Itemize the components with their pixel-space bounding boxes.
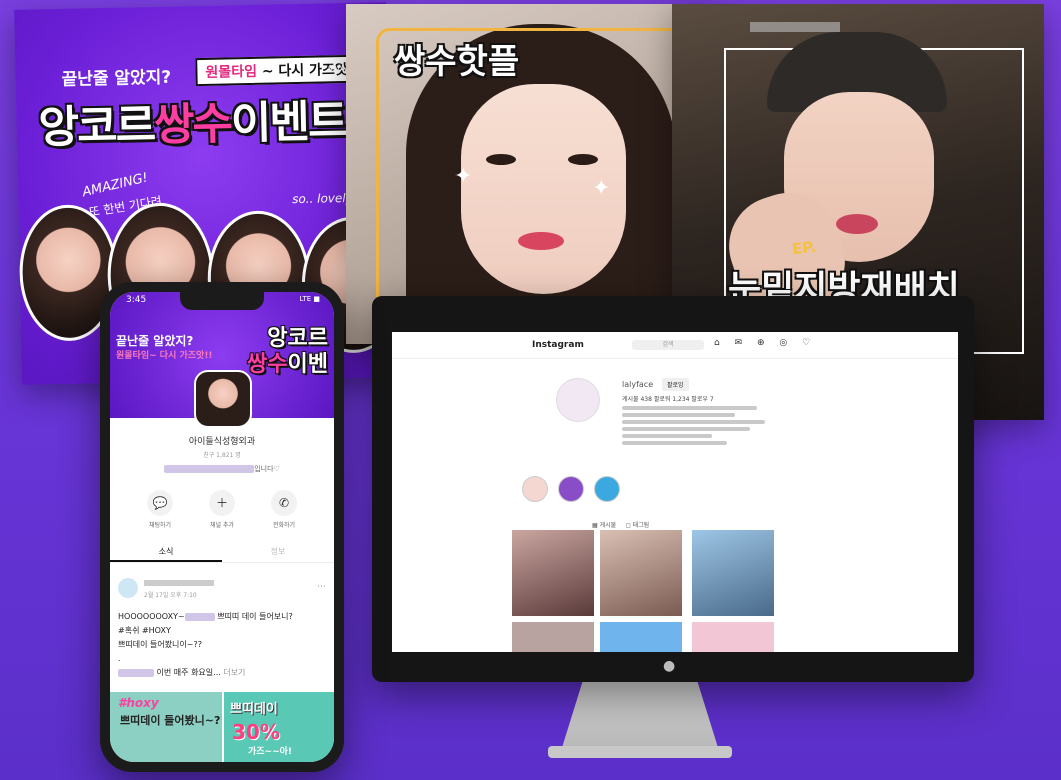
post-thumbnail[interactable] — [600, 622, 682, 652]
promo-question: 쁘띠데이 들어봤니~? — [120, 714, 221, 727]
profile-name: 아이들식성형외과 — [188, 437, 256, 447]
call-button[interactable]: ✆ 전화하기 — [254, 490, 314, 529]
banner-title-a: 앙코르 — [267, 326, 328, 351]
search-input[interactable]: 검색 — [632, 340, 704, 350]
read-more-link[interactable]: 더보기 — [223, 668, 245, 677]
post-line1b: 쁘띠띠 데이 들어보니? — [217, 612, 293, 621]
add-friend-icon: ＋ — [209, 490, 235, 516]
monitor-stand-base — [548, 746, 732, 758]
post-thumbnail[interactable] — [692, 622, 774, 652]
profile-friends: 친구 1,821 명 — [203, 452, 241, 459]
chat-button[interactable]: 💬 채팅하기 — [130, 490, 190, 529]
instagram-logo[interactable]: Instagram — [532, 340, 584, 350]
banner-line2: 원몰타임~ 다시 가즈앗!! — [116, 351, 213, 361]
avatar[interactable] — [556, 378, 600, 422]
smartphone: 끝난줄 알았지? 원몰타임~ 다시 가즈앗!! 앙코르 쌍수이벤 3:45 LT… — [100, 282, 344, 772]
chat-label: 채팅하기 — [148, 522, 172, 529]
story-highlight[interactable] — [522, 476, 548, 502]
banner-line1: 끝난줄 알았지? — [116, 334, 194, 348]
profile-tabs[interactable]: ▦ 게시물 ◻ 태그됨 — [592, 520, 649, 529]
post-line3: 쁘띠데이 들어봤니이~?? — [118, 640, 202, 649]
promo-image-right[interactable]: 쁘띠데이 30% 가즈~~아! — [224, 692, 334, 762]
phone-notch — [180, 292, 264, 310]
tab-info[interactable]: 정보 — [222, 546, 334, 557]
monitor-stand — [560, 682, 720, 754]
avatar[interactable] — [194, 370, 252, 428]
poster-title: 앙코르쌍수이벤트 — [38, 85, 347, 155]
story-highlight[interactable] — [594, 476, 620, 502]
banner-title-c: 이벤 — [287, 352, 328, 377]
profile-bio — [622, 406, 772, 460]
profile-tabs: 소식 정보 — [110, 540, 334, 563]
status-time: 3:45 — [126, 295, 147, 305]
phone-icon: ✆ — [271, 490, 297, 516]
poster-pill-a: 원몰타임 — [205, 63, 258, 81]
status-signal: LTE ■ — [299, 295, 320, 303]
post-thumbnail[interactable] — [512, 530, 594, 616]
post-author-blurred — [144, 580, 214, 586]
banner-title-b: 쌍수 — [247, 352, 288, 377]
post-line1a: HOOOOOOOXY~ — [118, 612, 185, 621]
video-ep: EP. — [791, 237, 818, 259]
selfie-card: 쌍수핫플 ✦ ✦ — [346, 4, 718, 344]
profile-desc-text: 입니다♡ — [254, 465, 280, 473]
follow-button[interactable]: 팔로잉 — [662, 378, 689, 391]
promo-percent: 30% — [232, 720, 280, 744]
profile-desc: 입니다♡ — [110, 464, 334, 474]
tab-news[interactable]: 소식 — [110, 546, 222, 562]
post-line4: . — [118, 654, 121, 663]
blurred-name — [750, 22, 840, 32]
post-body: HOOOOOOOXY~ 쁘띠띠 데이 들어보니? #혹쉬 #HOXY 쁘띠데이 … — [118, 610, 328, 680]
phone-screen: 끝난줄 알았지? 원몰타임~ 다시 가즈앗!! 앙코르 쌍수이벤 3:45 LT… — [110, 292, 334, 762]
profile-stats: 게시물 438 팔로워 1,234 팔로우 7 — [622, 396, 714, 403]
monitor: Instagram 검색 ⌂ ✉ ⊕ ◎ ♡ lalyface 팔로잉 게시물 … — [372, 296, 974, 682]
apple-logo-icon: ● — [663, 658, 676, 674]
username: lalyface — [622, 380, 654, 389]
post-line1: HOOOOOOOXY~ 쁘띠띠 데이 들어보니? — [118, 610, 328, 624]
tab-tagged[interactable]: ◻ 태그됨 — [626, 522, 649, 529]
promo-title: 쁘띠데이 — [230, 702, 278, 717]
promo-image-left[interactable]: #hoxy 쁘띠데이 들어봤니~? — [110, 692, 222, 762]
post-thumbnail[interactable] — [600, 530, 682, 616]
sparkle-icon: ✦ — [592, 176, 611, 201]
call-label: 전화하기 — [272, 522, 296, 529]
promo-hashtag: #hoxy — [118, 696, 159, 710]
more-options-icon[interactable]: ⋯ — [317, 582, 326, 592]
selfie-label: 쌍수핫플 — [394, 42, 520, 82]
banner-title: 앙코르 쌍수이벤 — [247, 326, 328, 378]
tab-posts[interactable]: ▦ 게시물 — [592, 522, 616, 529]
instagram-screen: Instagram 검색 ⌂ ✉ ⊕ ◎ ♡ lalyface 팔로잉 게시물 … — [392, 332, 958, 652]
poster-line1: 끝난줄 알았지? — [61, 67, 172, 90]
post-date: 2월 17일 오후 7:10 — [144, 592, 197, 599]
instagram-topbar: Instagram 검색 ⌂ ✉ ⊕ ◎ ♡ — [392, 332, 958, 359]
post-avatar[interactable] — [118, 578, 138, 598]
post-line5: 이번 매주 화요일... 더보기 — [118, 666, 328, 680]
nav-icons[interactable]: ⌂ ✉ ⊕ ◎ ♡ — [714, 338, 816, 348]
model-lips — [836, 214, 878, 234]
poster-title-a: 앙코르 — [38, 100, 155, 154]
post-line2: #혹쉬 #HOXY — [118, 626, 171, 635]
poster-title-c: 이벤트 — [230, 96, 347, 150]
story-highlight[interactable] — [558, 476, 584, 502]
chat-icon: 💬 — [147, 490, 173, 516]
add-channel-label: 채널 추가 — [210, 522, 234, 529]
post-thumbnail[interactable] — [692, 530, 774, 616]
post-line5-text: 이번 매주 화요일... — [156, 668, 221, 677]
poster-title-b: 쌍수 — [153, 98, 232, 152]
sparkle-icon: ✦ — [454, 164, 473, 189]
add-channel-button[interactable]: ＋ 채널 추가 — [192, 490, 252, 529]
promo-cta: 가즈~~아! — [248, 747, 293, 757]
post-thumbnail[interactable] — [512, 622, 594, 652]
